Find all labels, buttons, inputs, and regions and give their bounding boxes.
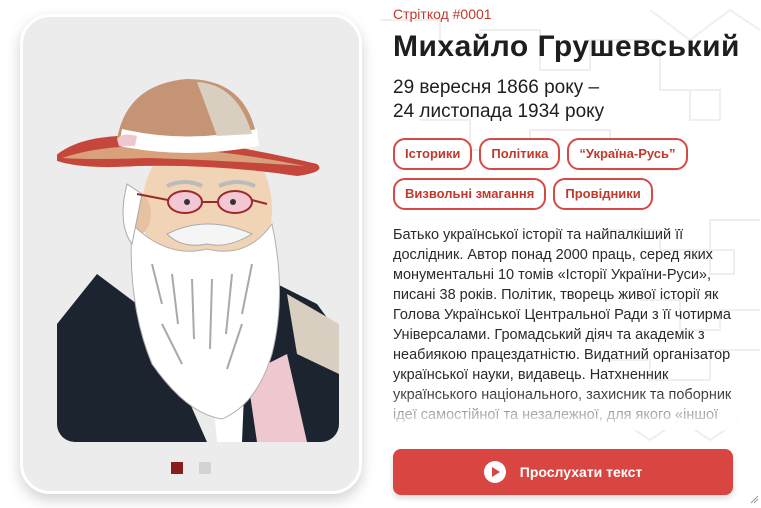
- carousel-dot-1[interactable]: [171, 462, 183, 474]
- life-dates: 29 вересня 1866 року – 24 листопада 1934…: [393, 76, 604, 124]
- person-name: Михайло Грушевський: [393, 30, 740, 63]
- tag-politics[interactable]: Політика: [479, 138, 561, 170]
- tag-list: Історики Політика “Україна-Русь” Визволь…: [393, 138, 753, 210]
- portrait-image: [57, 74, 339, 442]
- tag-leaders[interactable]: Провідники: [553, 178, 653, 210]
- resize-corner-icon: [750, 495, 759, 504]
- listen-text-label: Прослухати текст: [519, 464, 643, 480]
- biography-fade: [393, 390, 755, 430]
- tag-liberation-struggle[interactable]: Визвольні змагання: [393, 178, 547, 210]
- play-icon: [483, 461, 506, 483]
- carousel-dot-2[interactable]: [199, 462, 211, 474]
- portrait-card[interactable]: [20, 14, 362, 494]
- portrait-illustration: [57, 74, 339, 442]
- birth-date: 29 вересня 1866 року –: [393, 77, 600, 98]
- listen-text-button[interactable]: Прослухати текст: [393, 449, 733, 495]
- death-date: 24 листопада 1934 року: [393, 101, 605, 122]
- tag-historians[interactable]: Історики: [393, 138, 473, 170]
- tag-ukraine-rus[interactable]: “Україна-Русь”: [567, 138, 688, 170]
- barcode-label: Стріткод #0001: [393, 6, 492, 22]
- carousel-dots: [23, 462, 359, 474]
- biography-container[interactable]: Батько української історії та найпалкіши…: [393, 225, 755, 430]
